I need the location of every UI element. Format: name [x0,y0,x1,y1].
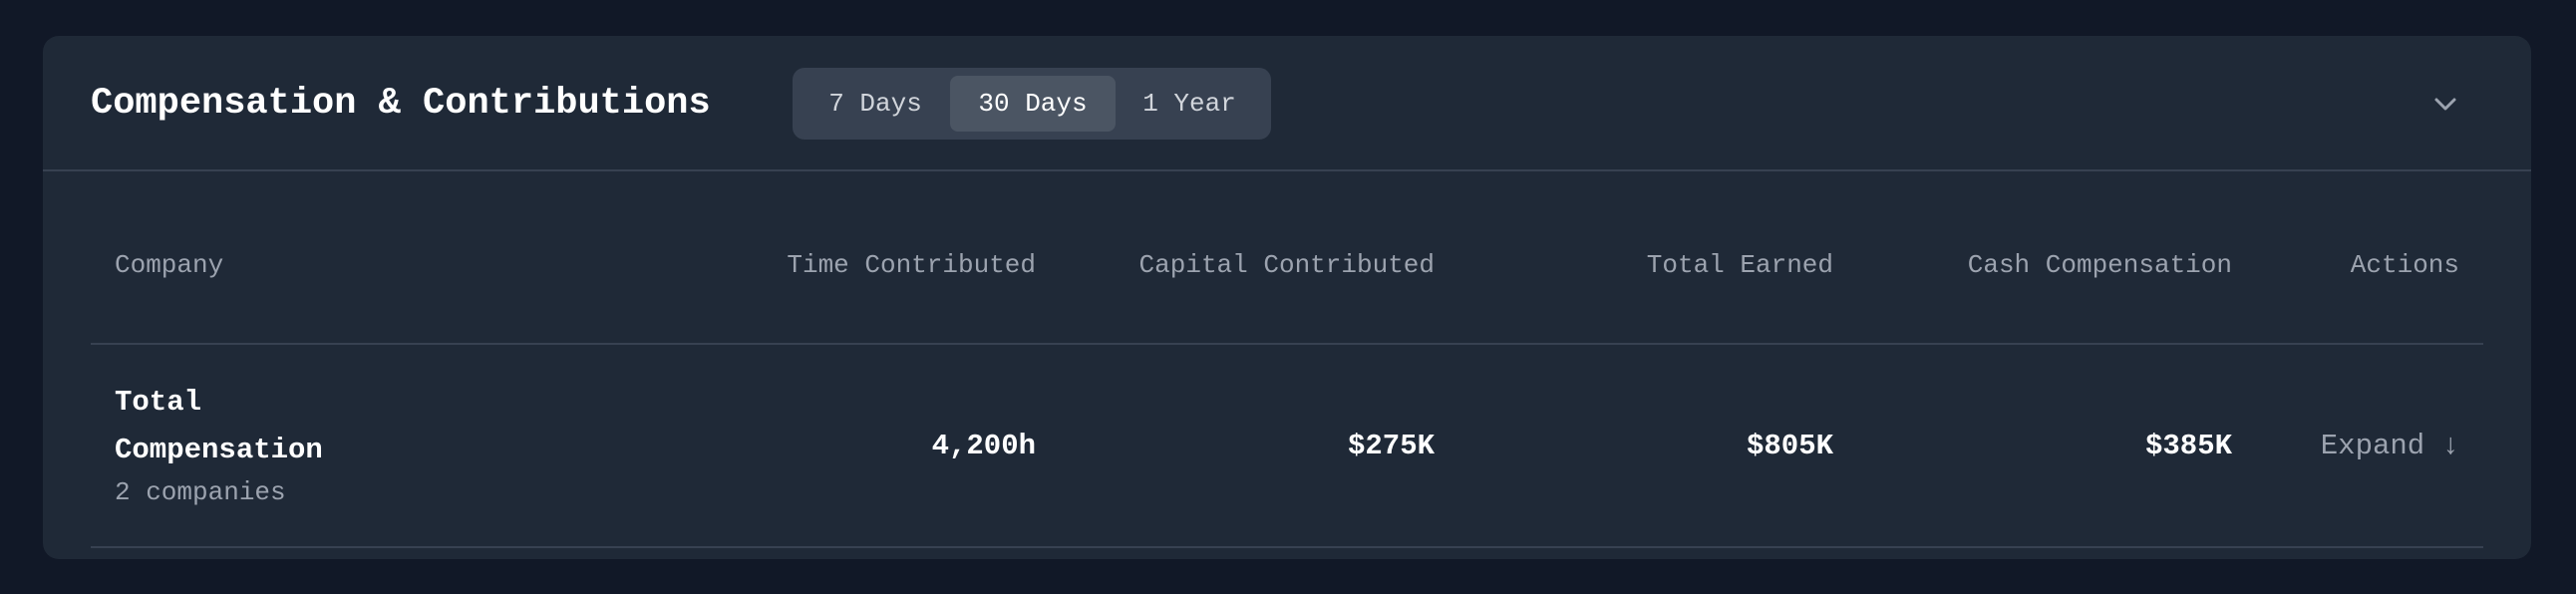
column-header-cash-compensation: Cash Compensation [1967,250,2232,280]
period-1-year-button[interactable]: 1 Year [1116,76,1263,132]
compensation-card: Compensation & Contributions 7 Days 30 D… [43,36,2531,559]
collapse-button[interactable] [2425,84,2465,124]
company-name: Total Compensation [115,386,323,466]
column-header-total-earned: Total Earned [1646,250,1833,280]
column-header-company: Company [115,250,224,280]
total-earned-value: $805K [1746,430,1833,462]
capital-contributed-value: $275K [1347,430,1435,462]
table-header: Company Time Contributed Capital Contrib… [91,205,2483,345]
time-contributed-value: 4,200h [931,430,1036,462]
card-header: Compensation & Contributions 7 Days 30 D… [43,36,2531,171]
column-header-time-contributed: Time Contributed [787,250,1036,280]
table-row: Total Compensation 2 companies 4,200h $2… [91,345,2483,548]
company-count: 2 companies [115,477,286,507]
cash-compensation-value: $385K [2144,430,2232,462]
period-selector: 7 Days 30 Days 1 Year [793,68,1271,140]
chevron-down-icon [2434,98,2456,111]
period-30-days-button[interactable]: 30 Days [950,76,1116,132]
card-title: Compensation & Contributions [91,83,711,125]
column-header-capital-contributed: Capital Contributed [1138,250,1435,280]
period-7-days-button[interactable]: 7 Days [801,76,950,132]
column-header-actions: Actions [2350,250,2459,280]
expand-button[interactable]: Expand ↓ [2321,425,2459,468]
